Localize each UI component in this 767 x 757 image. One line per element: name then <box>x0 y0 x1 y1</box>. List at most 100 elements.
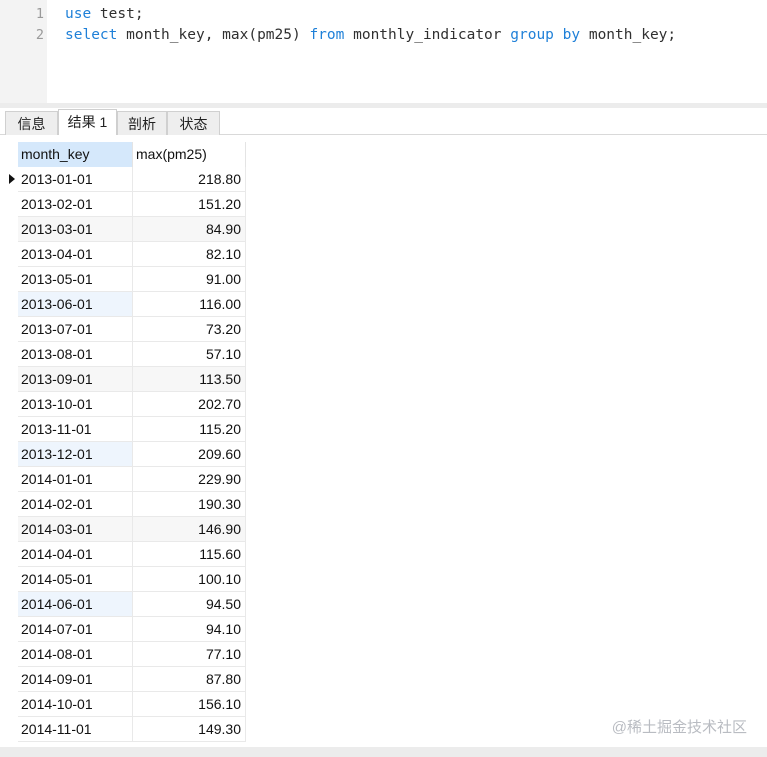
row-indicator[interactable] <box>5 717 18 742</box>
cell-month-key[interactable]: 2013-10-01 <box>18 392 133 417</box>
code-area[interactable]: use test; select month_key, max(pm25) fr… <box>65 4 767 46</box>
row-indicator[interactable] <box>5 617 18 642</box>
cell-max-pm25[interactable]: 146.90 <box>133 517 246 542</box>
cell-max-pm25[interactable]: 202.70 <box>133 392 246 417</box>
table-row[interactable]: 2014-07-01 94.10 <box>5 617 246 642</box>
row-indicator[interactable] <box>5 692 18 717</box>
table-row[interactable]: 2013-04-01 82.10 <box>5 242 246 267</box>
table-row[interactable]: 2014-02-01 190.30 <box>5 492 246 517</box>
table-row[interactable]: 2014-08-01 77.10 <box>5 642 246 667</box>
cell-month-key[interactable]: 2014-04-01 <box>18 542 133 567</box>
table-row[interactable]: 2014-06-01 94.50 <box>5 592 246 617</box>
table-row[interactable]: 2013-10-01 202.70 <box>5 392 246 417</box>
row-indicator[interactable] <box>5 442 18 467</box>
row-indicator[interactable] <box>5 417 18 442</box>
column-header-max-pm25[interactable]: max(pm25) <box>133 142 246 167</box>
cell-month-key[interactable]: 2014-06-01 <box>18 592 133 617</box>
row-indicator[interactable] <box>5 392 18 417</box>
table-row[interactable]: 2014-10-01 156.10 <box>5 692 246 717</box>
table-row[interactable]: 2013-11-01 115.20 <box>5 417 246 442</box>
table-row[interactable]: 2014-09-01 87.80 <box>5 667 246 692</box>
cell-month-key[interactable]: 2013-03-01 <box>18 217 133 242</box>
cell-month-key[interactable]: 2014-11-01 <box>18 717 133 742</box>
cell-max-pm25[interactable]: 82.10 <box>133 242 246 267</box>
code-line-1[interactable]: use test; <box>65 4 767 25</box>
cell-month-key[interactable]: 2014-08-01 <box>18 642 133 667</box>
cell-max-pm25[interactable]: 94.50 <box>133 592 246 617</box>
cell-month-key[interactable]: 2013-08-01 <box>18 342 133 367</box>
row-indicator[interactable] <box>5 217 18 242</box>
row-indicator[interactable] <box>5 242 18 267</box>
tab-result-1[interactable]: 结果 1 <box>58 109 117 135</box>
tab-profile[interactable]: 剖析 <box>117 111 167 135</box>
table-row[interactable]: 2014-11-01 149.30 <box>5 717 246 742</box>
cell-max-pm25[interactable]: 190.30 <box>133 492 246 517</box>
cell-max-pm25[interactable]: 100.10 <box>133 567 246 592</box>
cell-month-key[interactable]: 2013-07-01 <box>18 317 133 342</box>
table-row[interactable]: 2013-03-01 84.90 <box>5 217 246 242</box>
table-row[interactable]: 2014-01-01 229.90 <box>5 467 246 492</box>
cell-max-pm25[interactable]: 87.80 <box>133 667 246 692</box>
horizontal-scrollbar[interactable] <box>0 747 767 757</box>
cell-max-pm25[interactable]: 113.50 <box>133 367 246 392</box>
row-indicator[interactable] <box>5 542 18 567</box>
cell-max-pm25[interactable]: 229.90 <box>133 467 246 492</box>
table-row[interactable]: 2013-12-01 209.60 <box>5 442 246 467</box>
cell-max-pm25[interactable]: 151.20 <box>133 192 246 217</box>
table-row[interactable]: 2013-01-01 218.80 <box>5 167 246 192</box>
table-row[interactable]: 2013-07-01 73.20 <box>5 317 246 342</box>
cell-month-key[interactable]: 2014-05-01 <box>18 567 133 592</box>
cell-month-key[interactable]: 2014-09-01 <box>18 667 133 692</box>
cell-month-key[interactable]: 2013-11-01 <box>18 417 133 442</box>
tab-status[interactable]: 状态 <box>167 111 220 135</box>
cell-max-pm25[interactable]: 115.60 <box>133 542 246 567</box>
cell-max-pm25[interactable]: 116.00 <box>133 292 246 317</box>
tab-info[interactable]: 信息 <box>5 111 58 135</box>
cell-max-pm25[interactable]: 91.00 <box>133 267 246 292</box>
sql-editor[interactable]: 1 2 use test; select month_key, max(pm25… <box>0 0 767 103</box>
row-indicator[interactable] <box>5 667 18 692</box>
cell-month-key[interactable]: 2014-03-01 <box>18 517 133 542</box>
row-indicator[interactable] <box>5 267 18 292</box>
cell-month-key[interactable]: 2014-07-01 <box>18 617 133 642</box>
table-row[interactable]: 2014-03-01 146.90 <box>5 517 246 542</box>
table-row[interactable]: 2013-08-01 57.10 <box>5 342 246 367</box>
cell-max-pm25[interactable]: 156.10 <box>133 692 246 717</box>
row-indicator[interactable] <box>5 367 18 392</box>
column-header-month-key[interactable]: month_key <box>18 142 133 167</box>
cell-max-pm25[interactable]: 73.20 <box>133 317 246 342</box>
table-row[interactable]: 2013-09-01 113.50 <box>5 367 246 392</box>
row-indicator[interactable] <box>5 192 18 217</box>
cell-month-key[interactable]: 2013-01-01 <box>18 167 133 192</box>
row-indicator[interactable] <box>5 492 18 517</box>
cell-month-key[interactable]: 2013-02-01 <box>18 192 133 217</box>
row-indicator[interactable] <box>5 592 18 617</box>
cell-max-pm25[interactable]: 149.30 <box>133 717 246 742</box>
cell-month-key[interactable]: 2013-12-01 <box>18 442 133 467</box>
cell-month-key[interactable]: 2013-05-01 <box>18 267 133 292</box>
cell-month-key[interactable]: 2013-04-01 <box>18 242 133 267</box>
cell-max-pm25[interactable]: 84.90 <box>133 217 246 242</box>
table-row[interactable]: 2014-04-01 115.60 <box>5 542 246 567</box>
row-indicator[interactable] <box>5 292 18 317</box>
row-indicator[interactable] <box>5 517 18 542</box>
cell-month-key[interactable]: 2013-06-01 <box>18 292 133 317</box>
row-indicator[interactable] <box>5 467 18 492</box>
cell-max-pm25[interactable]: 115.20 <box>133 417 246 442</box>
row-indicator[interactable] <box>5 342 18 367</box>
cell-max-pm25[interactable]: 94.10 <box>133 617 246 642</box>
table-row[interactable]: 2013-05-01 91.00 <box>5 267 246 292</box>
row-indicator[interactable] <box>5 567 18 592</box>
row-indicator[interactable] <box>5 642 18 667</box>
cell-max-pm25[interactable]: 218.80 <box>133 167 246 192</box>
table-row[interactable]: 2013-06-01 116.00 <box>5 292 246 317</box>
cell-month-key[interactable]: 2013-09-01 <box>18 367 133 392</box>
cell-month-key[interactable]: 2014-10-01 <box>18 692 133 717</box>
row-indicator[interactable] <box>5 317 18 342</box>
cell-month-key[interactable]: 2014-02-01 <box>18 492 133 517</box>
result-grid[interactable]: month_key max(pm25) 2013-01-01 218.80 2013… <box>5 142 246 742</box>
code-line-2[interactable]: select month_key, max(pm25) from monthly… <box>65 25 767 46</box>
row-indicator[interactable] <box>5 167 18 192</box>
cell-max-pm25[interactable]: 209.60 <box>133 442 246 467</box>
cell-max-pm25[interactable]: 77.10 <box>133 642 246 667</box>
